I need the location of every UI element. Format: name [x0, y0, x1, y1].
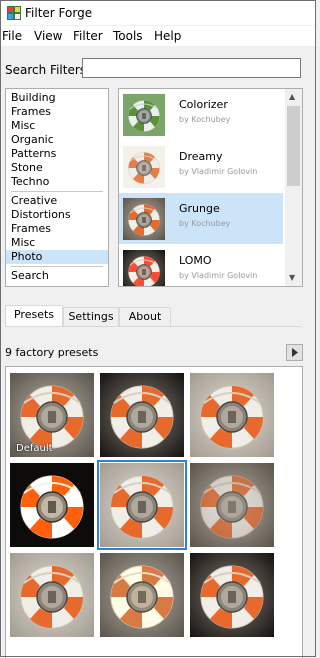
preset-thumbnail-2[interactable]	[100, 373, 184, 457]
category-organic[interactable]: Organic	[6, 133, 108, 147]
preset-image-icon	[100, 463, 184, 547]
search-filters-label: Search Filters:	[5, 63, 91, 77]
colorizer-thumbnail-icon	[123, 94, 165, 136]
category-search[interactable]: Search	[6, 269, 108, 283]
preset-thumbnail-9[interactable]	[190, 553, 274, 637]
tab-about[interactable]: About	[119, 307, 171, 326]
category-label: Frames	[11, 222, 52, 235]
menu-filter[interactable]: Filter	[73, 29, 103, 43]
preset-thumbnail-1[interactable]: Default	[10, 373, 94, 457]
preset-thumbnail-3[interactable]	[190, 373, 274, 457]
presets-grid: Default	[5, 366, 303, 658]
tab-settings[interactable]: Settings	[63, 307, 119, 326]
scroll-down-arrow-icon[interactable]: ▼	[289, 273, 295, 282]
category-frames[interactable]: Frames	[6, 105, 108, 119]
preset-thumbnail-7[interactable]	[10, 553, 94, 637]
category-label: Creative	[11, 194, 58, 207]
filter-name: Dreamy	[179, 150, 223, 163]
category-label: Distortions	[11, 208, 71, 221]
category-divider	[11, 266, 103, 267]
category-frames-2[interactable]: Frames	[6, 222, 108, 236]
filter-name: Colorizer	[179, 98, 228, 111]
menu-file[interactable]: File	[2, 29, 22, 43]
menu-bar: File View Filter Tools Help	[1, 26, 315, 46]
dreamy-thumbnail-icon	[123, 146, 165, 188]
category-building[interactable]: Building	[6, 91, 108, 105]
filter-name: LOMO	[179, 254, 212, 267]
category-misc-2[interactable]: Misc	[6, 236, 108, 250]
category-distortions[interactable]: Distortions	[6, 208, 108, 222]
category-label: Misc	[11, 236, 36, 249]
preset-thumbnail-5[interactable]	[97, 460, 187, 550]
category-label: Organic	[11, 133, 54, 146]
category-label: Frames	[11, 105, 52, 118]
window-title: Filter Forge	[25, 6, 93, 20]
filter-list: Colorizer by Kochubey Dreamy by Vladimir…	[118, 88, 303, 287]
search-filters-input[interactable]	[82, 58, 301, 78]
preset-image-icon	[100, 553, 184, 637]
preset-default-label: Default	[16, 443, 53, 454]
preset-image-icon	[100, 373, 184, 457]
play-arrow-icon	[292, 348, 298, 357]
grunge-thumbnail-icon	[123, 198, 165, 240]
filter-item-lomo[interactable]: LOMO by Vladimir Golovin	[119, 245, 283, 286]
preset-thumbnail-8[interactable]	[100, 553, 184, 637]
menu-help[interactable]: Help	[154, 29, 181, 43]
filter-list-scrollbar[interactable]: ▲ ▼	[285, 89, 302, 286]
preset-image-icon	[190, 463, 274, 547]
filter-author: by Vladimir Golovin	[179, 271, 258, 280]
tab-label: Presets	[13, 308, 55, 321]
category-label: Patterns	[11, 147, 57, 160]
tab-divider	[5, 326, 301, 327]
category-label: Search	[11, 269, 49, 282]
preset-image-icon	[10, 463, 94, 547]
filter-item-grunge[interactable]: Grunge by Kochubey	[119, 193, 283, 244]
category-misc[interactable]: Misc	[6, 119, 108, 133]
scroll-up-arrow-icon[interactable]: ▲	[289, 92, 295, 101]
lomo-thumbnail-icon	[123, 250, 165, 286]
filter-forge-app-icon	[7, 6, 21, 20]
filter-author: by Kochubey	[179, 115, 231, 124]
category-label: Techno	[11, 175, 50, 188]
category-patterns[interactable]: Patterns	[6, 147, 108, 161]
filter-item-colorizer[interactable]: Colorizer by Kochubey	[119, 89, 283, 140]
title-bar: Filter Forge	[1, 1, 315, 25]
filter-author: by Kochubey	[179, 219, 231, 228]
category-label: Misc	[11, 119, 36, 132]
tab-label: Settings	[68, 310, 114, 323]
category-photo[interactable]: Photo	[6, 250, 108, 264]
category-label: Photo	[11, 250, 43, 263]
menu-view[interactable]: View	[34, 29, 62, 43]
category-label: Stone	[11, 161, 43, 174]
tab-label: About	[128, 310, 162, 323]
scrollbar-thumb[interactable]	[287, 106, 300, 186]
preset-image-icon	[190, 553, 274, 637]
preset-image-icon	[10, 553, 94, 637]
filter-author: by Vladimir Golovin	[179, 167, 258, 176]
tab-presets[interactable]: Presets	[5, 305, 63, 326]
presets-count-label: 9 factory presets	[5, 346, 99, 359]
filter-name: Grunge	[179, 202, 220, 215]
preset-image-icon	[190, 373, 274, 457]
preset-thumbnail-6[interactable]	[190, 463, 274, 547]
category-stone[interactable]: Stone	[6, 161, 108, 175]
category-divider	[11, 191, 103, 192]
panel-tabs: Presets Settings About	[5, 305, 301, 327]
expand-presets-button[interactable]	[286, 344, 303, 361]
category-list: Building Frames Misc Organic Patterns St…	[5, 88, 109, 287]
category-label: Building	[11, 91, 56, 104]
category-creative[interactable]: Creative	[6, 194, 108, 208]
menu-tools[interactable]: Tools	[113, 29, 143, 43]
filter-item-dreamy[interactable]: Dreamy by Vladimir Golovin	[119, 141, 283, 192]
preset-thumbnail-4[interactable]	[10, 463, 94, 547]
category-techno[interactable]: Techno	[6, 175, 108, 189]
